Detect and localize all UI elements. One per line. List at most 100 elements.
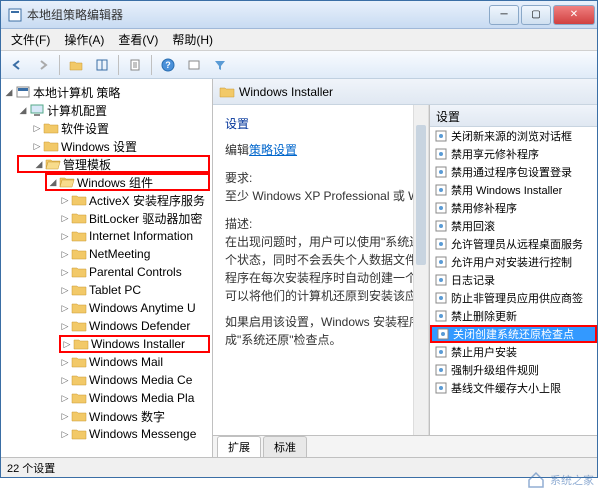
- settings-item[interactable]: 关闭创建系统还原检查点: [430, 325, 597, 343]
- menu-help[interactable]: 帮助(H): [166, 29, 219, 50]
- settings-item[interactable]: 禁用享元修补程序: [430, 145, 597, 163]
- policy-item-icon: [436, 327, 450, 341]
- policy-item-icon: [434, 237, 448, 251]
- tree-admin-templates[interactable]: ◢ 管理模板: [17, 155, 210, 173]
- settings-panel: 设置 关闭新来源的浏览对话框禁用享元修补程序禁用通过程序包设置登录禁用 Wind…: [429, 105, 597, 435]
- expander-icon[interactable]: ◢: [33, 159, 45, 170]
- expander-icon[interactable]: ▷: [59, 321, 71, 332]
- expander-icon[interactable]: ▷: [59, 285, 71, 296]
- tree-item[interactable]: ▷Internet Information: [59, 227, 210, 245]
- expander-icon[interactable]: ◢: [17, 105, 29, 116]
- tree-item[interactable]: ▷NetMeeting: [59, 245, 210, 263]
- settings-item[interactable]: 禁用通过程序包设置登录: [430, 163, 597, 181]
- expander-icon[interactable]: ▷: [61, 339, 73, 350]
- expander-icon[interactable]: ▷: [59, 249, 71, 260]
- forward-button[interactable]: [31, 54, 55, 76]
- scrollbar-thumb[interactable]: [416, 125, 426, 265]
- edit-policy-link[interactable]: 策略设置: [249, 143, 297, 157]
- help-button[interactable]: ?: [156, 54, 180, 76]
- expander-icon[interactable]: ◢: [47, 177, 59, 188]
- tree-item-label: BitLocker 驱动器加密: [89, 210, 202, 227]
- content-title: Windows Installer: [239, 85, 333, 99]
- expander-icon[interactable]: ▷: [59, 429, 71, 440]
- tree-windows-components[interactable]: ◢ Windows 组件: [45, 173, 210, 191]
- menu-action[interactable]: 操作(A): [58, 29, 110, 50]
- folder-icon: [71, 193, 87, 207]
- settings-item[interactable]: 禁用修补程序: [430, 199, 597, 217]
- tree-item-label: Windows Media Ce: [89, 373, 192, 387]
- policy-item-icon: [434, 255, 448, 269]
- expander-icon[interactable]: ▷: [59, 375, 71, 386]
- expander-icon[interactable]: ▷: [31, 123, 43, 134]
- expander-icon[interactable]: ▷: [59, 231, 71, 242]
- tree-item[interactable]: ▷ActiveX 安装程序服务: [59, 191, 210, 209]
- tabs: 扩展 标准: [213, 435, 597, 457]
- folder-icon: [71, 355, 87, 369]
- tree-item-label: Tablet PC: [89, 283, 141, 297]
- expander-icon[interactable]: ▷: [31, 141, 43, 152]
- expander-icon[interactable]: ▷: [59, 195, 71, 206]
- tab-standard[interactable]: 标准: [263, 436, 307, 457]
- expander-icon[interactable]: ▷: [59, 357, 71, 368]
- policy-icon: [15, 85, 31, 99]
- tree-computer-config[interactable]: ◢ 计算机配置: [17, 101, 210, 119]
- menu-file[interactable]: 文件(F): [5, 29, 56, 50]
- show-hide-button[interactable]: [90, 54, 114, 76]
- export-button[interactable]: [123, 54, 147, 76]
- properties-button[interactable]: [182, 54, 206, 76]
- maximize-button[interactable]: ▢: [521, 5, 551, 25]
- expander-icon[interactable]: ▷: [59, 411, 71, 422]
- settings-item[interactable]: 关闭新来源的浏览对话框: [430, 127, 597, 145]
- filter-button[interactable]: [208, 54, 232, 76]
- tree-item[interactable]: ▷Windows Media Pla: [59, 389, 210, 407]
- tree-item-label: Windows Messenge: [89, 427, 196, 441]
- settings-item[interactable]: 禁用回滚: [430, 217, 597, 235]
- watermark-text: 系统之家: [550, 472, 594, 488]
- minimize-button[interactable]: ─: [489, 5, 519, 25]
- tree-item[interactable]: ▷ BitLocker 驱动器加密: [59, 209, 210, 227]
- settings-item-label: 禁用修补程序: [451, 200, 517, 216]
- settings-item[interactable]: 基线文件缓存大小上限: [430, 379, 597, 397]
- settings-item[interactable]: 禁止用户安装: [430, 343, 597, 361]
- settings-item[interactable]: 禁止删除更新: [430, 307, 597, 325]
- up-button[interactable]: [64, 54, 88, 76]
- expander-icon[interactable]: ▷: [59, 303, 71, 314]
- close-button[interactable]: ✕: [553, 5, 595, 25]
- expander-icon[interactable]: ▷: [59, 213, 71, 224]
- policy-item-icon: [434, 147, 448, 161]
- expander-icon[interactable]: ▷: [59, 393, 71, 404]
- policy-item-icon: [434, 381, 448, 395]
- tree-item[interactable]: ▷ Windows 数字: [59, 407, 210, 425]
- tree-item[interactable]: ▷ Windows Messenge: [59, 425, 210, 443]
- divider: [59, 55, 60, 75]
- tree-item[interactable]: ▷Windows Defender: [59, 317, 210, 335]
- tree-item[interactable]: ▷Windows Installer: [59, 335, 210, 353]
- tree-item[interactable]: ▷Windows Anytime U: [59, 299, 210, 317]
- tree-root[interactable]: ◢ 本地计算机 策略: [3, 83, 210, 101]
- settings-item[interactable]: 禁用 Windows Installer: [430, 181, 597, 199]
- tree-item-label: Windows 数字: [89, 408, 165, 425]
- menu-view[interactable]: 查看(V): [112, 29, 164, 50]
- settings-item[interactable]: 允许用户对安装进行控制: [430, 253, 597, 271]
- tree-windows-settings[interactable]: ▷ Windows 设置: [31, 137, 210, 155]
- tree-item[interactable]: ▷ Tablet PC: [59, 281, 210, 299]
- settings-item[interactable]: 允许管理员从远程桌面服务: [430, 235, 597, 253]
- scrollbar[interactable]: [413, 105, 429, 435]
- settings-column-header[interactable]: 设置: [430, 105, 597, 127]
- settings-item[interactable]: 日志记录: [430, 271, 597, 289]
- expander-icon[interactable]: ◢: [3, 87, 15, 98]
- tree-item[interactable]: ▷Windows Mail: [59, 353, 210, 371]
- settings-item[interactable]: 防止非管理员应用供应商签: [430, 289, 597, 307]
- settings-list[interactable]: 关闭新来源的浏览对话框禁用享元修补程序禁用通过程序包设置登录禁用 Windows…: [430, 127, 597, 435]
- tree-item[interactable]: ▷Parental Controls: [59, 263, 210, 281]
- tree-pane[interactable]: ◢ 本地计算机 策略 ◢ 计算机配置 ▷ 软件设置: [1, 79, 213, 457]
- expander-icon[interactable]: ▷: [59, 267, 71, 278]
- tree-item[interactable]: ▷ Windows Media Ce: [59, 371, 210, 389]
- edit-link-prefix: 编辑: [225, 143, 249, 157]
- back-button[interactable]: [5, 54, 29, 76]
- tab-extended[interactable]: 扩展: [217, 436, 261, 457]
- policy-item-icon: [434, 363, 448, 377]
- settings-item[interactable]: 强制升级组件规则: [430, 361, 597, 379]
- watermark: 系统之家: [526, 470, 594, 490]
- tree-software-settings[interactable]: ▷ 软件设置: [31, 119, 210, 137]
